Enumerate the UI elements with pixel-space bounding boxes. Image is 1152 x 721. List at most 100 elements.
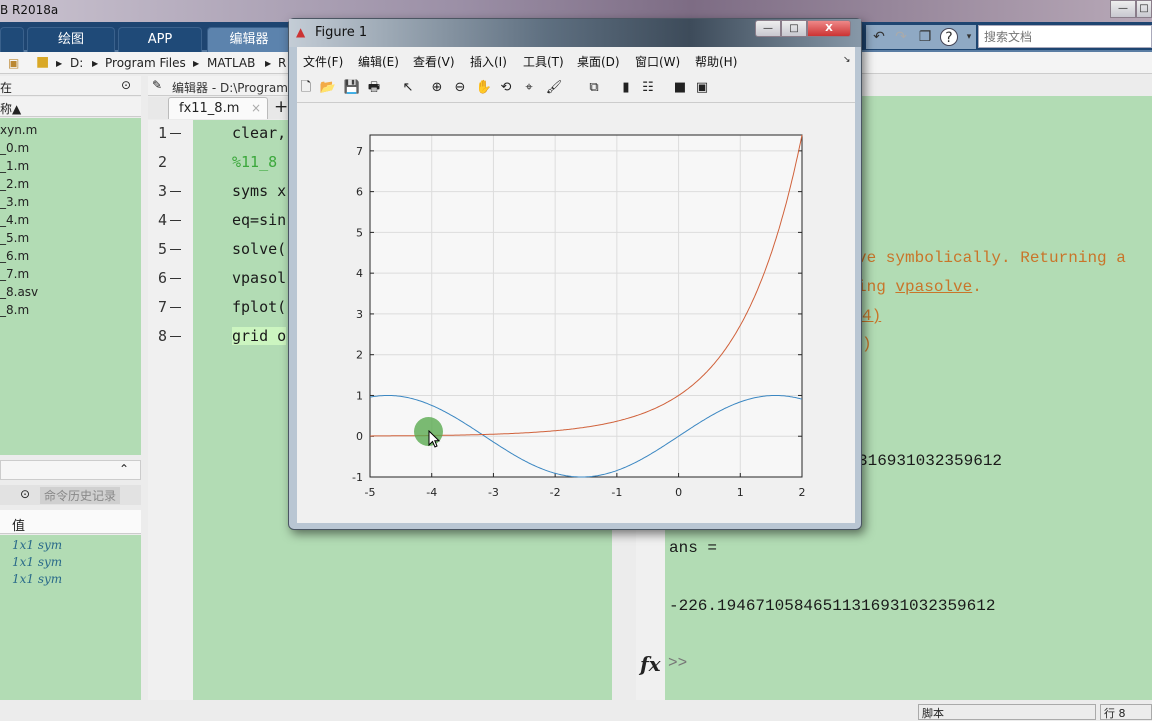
new-tab-icon[interactable]: + bbox=[274, 97, 288, 117]
file-item[interactable]: _3.m bbox=[0, 195, 29, 209]
sort-label: 称▲ bbox=[0, 102, 22, 116]
zoom-out-icon[interactable]: ⊖ bbox=[451, 79, 469, 97]
figure-minimize-button[interactable]: — bbox=[755, 20, 781, 37]
figure-close-button[interactable]: X bbox=[807, 20, 851, 37]
panel-menu-icon[interactable]: ⊙ bbox=[20, 487, 30, 501]
code-line[interactable]: fplot( bbox=[232, 298, 286, 316]
path-segment[interactable]: R bbox=[278, 56, 286, 70]
path-segment[interactable]: Program Files bbox=[105, 56, 186, 70]
details-collapse-bar[interactable]: ⌃ bbox=[0, 460, 141, 480]
minimize-button[interactable]: — bbox=[1110, 0, 1136, 18]
warning-text: . bbox=[972, 278, 982, 296]
line-number: 6 bbox=[157, 269, 167, 287]
figure-menu-item[interactable]: 编辑(E) bbox=[358, 53, 399, 70]
rotate-3d-icon[interactable]: ⟲ bbox=[497, 79, 515, 97]
close-tab-icon[interactable]: × bbox=[251, 101, 261, 115]
figure-menu-item[interactable]: 窗口(W) bbox=[635, 53, 680, 70]
search-documentation-input[interactable] bbox=[978, 25, 1152, 48]
tab-home[interactable] bbox=[0, 27, 24, 52]
file-item[interactable]: _6.m bbox=[0, 249, 29, 263]
warning-text: ve symbolically. Returning a bbox=[857, 249, 1126, 267]
path-separator-icon: ▶ bbox=[56, 59, 63, 68]
path-segment[interactable]: MATLAB bbox=[207, 56, 255, 70]
new-figure-icon[interactable]: 🗋 bbox=[297, 79, 315, 97]
function-browser-icon[interactable]: fx bbox=[640, 652, 661, 676]
figure-menu-item[interactable]: 插入(I) bbox=[470, 53, 507, 70]
maximize-button[interactable]: □ bbox=[1136, 0, 1152, 18]
code-line[interactable]: grid o bbox=[232, 327, 287, 345]
breakpoint-dash[interactable] bbox=[170, 249, 181, 250]
dock-arrow-icon[interactable]: ↘ bbox=[843, 55, 851, 65]
breakpoint-dash[interactable] bbox=[170, 133, 181, 134]
chevron-down-icon[interactable]: ▾ bbox=[960, 28, 978, 46]
code-line[interactable]: vpasol bbox=[232, 269, 286, 287]
tab-apps[interactable]: APP bbox=[118, 27, 202, 52]
code-line[interactable]: solve( bbox=[232, 240, 286, 258]
show-plot-tools-icon[interactable]: ▣ bbox=[693, 79, 711, 97]
file-item[interactable]: _1.m bbox=[0, 159, 29, 173]
tab-plots[interactable]: 绘图 bbox=[27, 27, 115, 52]
name-column-header[interactable]: 称▲ bbox=[0, 97, 141, 117]
plot-axes[interactable]: -5 -4 -3 -2 -1 0 1 2 -1 0 1 2 3 4 5 6 7 bbox=[297, 103, 855, 523]
browse-icon[interactable]: ▣ bbox=[8, 56, 19, 70]
save-icon[interactable]: 💾 bbox=[343, 79, 361, 97]
error-line-link[interactable]: 4) bbox=[862, 307, 881, 325]
app-title: B R2018a bbox=[0, 3, 59, 17]
figure-menu-item[interactable]: 工具(T) bbox=[523, 53, 564, 70]
line-number: 5 bbox=[157, 240, 167, 258]
figure-menu-item[interactable]: 帮助(H) bbox=[695, 53, 737, 70]
legend-icon[interactable]: ☷ bbox=[639, 79, 657, 97]
code-line[interactable]: clear, bbox=[232, 124, 286, 142]
zoom-in-icon[interactable]: ⊕ bbox=[428, 79, 446, 97]
code-line[interactable]: %11_8 bbox=[232, 153, 277, 171]
tab-fx11_8[interactable]: fx11_8.m × bbox=[168, 97, 268, 119]
file-item[interactable]: _4.m bbox=[0, 213, 29, 227]
switch-windows-icon[interactable]: ❐ bbox=[916, 28, 934, 46]
file-item[interactable]: _8.m bbox=[0, 303, 29, 317]
link-plot-icon[interactable]: ⧉ bbox=[585, 79, 603, 97]
path-segment[interactable]: D: bbox=[70, 56, 83, 70]
code-line[interactable]: syms x bbox=[232, 182, 286, 200]
breakpoint-dash[interactable] bbox=[170, 336, 181, 337]
figure-menu-item[interactable]: 查看(V) bbox=[413, 53, 455, 70]
figure-menu-item[interactable]: 桌面(D) bbox=[577, 53, 620, 70]
file-item[interactable]: _7.m bbox=[0, 267, 29, 281]
file-item[interactable]: _2.m bbox=[0, 177, 29, 191]
file-item[interactable]: _8.asv bbox=[0, 285, 38, 299]
figure-window: ▲ Figure 1 — □ X 文件(F) 编辑(E) 查看(V) 插入(I) 工具(… bbox=[288, 18, 862, 530]
tab-command-history[interactable]: 命令历史记录 bbox=[40, 487, 121, 504]
file-item[interactable]: _0.m bbox=[0, 141, 29, 155]
figure-title-bar[interactable]: ▲ Figure 1 — □ X bbox=[289, 19, 861, 47]
command-prompt[interactable]: >> bbox=[668, 654, 687, 672]
workspace-value[interactable]: 1x1 sym bbox=[12, 538, 62, 552]
value-column-header[interactable]: 值 bbox=[0, 510, 141, 534]
colorbar-icon[interactable]: ▮ bbox=[617, 79, 635, 97]
breakpoint-dash[interactable] bbox=[170, 307, 181, 308]
panel-menu-icon[interactable]: ⊙ bbox=[121, 78, 131, 92]
undo-icon[interactable]: ↶ bbox=[870, 28, 888, 46]
open-icon[interactable]: 📂 bbox=[319, 79, 337, 97]
data-cursor-icon[interactable]: ⌖ bbox=[520, 79, 538, 97]
breakpoint-dash[interactable] bbox=[170, 191, 181, 192]
help-icon[interactable]: ? bbox=[940, 28, 958, 46]
figure-menu-item[interactable]: 文件(F) bbox=[303, 53, 343, 70]
breakpoint-dash[interactable] bbox=[170, 278, 181, 279]
file-item[interactable]: _5.m bbox=[0, 231, 29, 245]
code-line[interactable]: eq=sin bbox=[232, 211, 286, 229]
error-line-link[interactable]: ) bbox=[862, 335, 872, 353]
figure-maximize-button[interactable]: □ bbox=[781, 20, 807, 37]
file-item[interactable]: xyn.m bbox=[0, 123, 37, 137]
y-tick-label: 7 bbox=[356, 145, 363, 158]
tab-editor[interactable]: 编辑器 bbox=[207, 27, 291, 52]
workspace-value[interactable]: 1x1 sym bbox=[12, 555, 62, 569]
vpasolve-link[interactable]: vpasolve bbox=[895, 278, 972, 296]
select-arrow-icon[interactable]: ↖ bbox=[399, 79, 417, 97]
redo-icon[interactable]: ↷ bbox=[892, 28, 910, 46]
pan-hand-icon[interactable]: ✋ bbox=[475, 79, 493, 97]
hide-plot-tools-icon[interactable]: ■ bbox=[671, 79, 689, 97]
workspace-value[interactable]: 1x1 sym bbox=[12, 572, 62, 586]
print-icon[interactable]: 🖶 bbox=[365, 79, 383, 97]
chevron-up-icon[interactable]: ⌃ bbox=[119, 462, 129, 476]
brush-icon[interactable]: 🖌 bbox=[545, 79, 563, 97]
breakpoint-dash[interactable] bbox=[170, 220, 181, 221]
